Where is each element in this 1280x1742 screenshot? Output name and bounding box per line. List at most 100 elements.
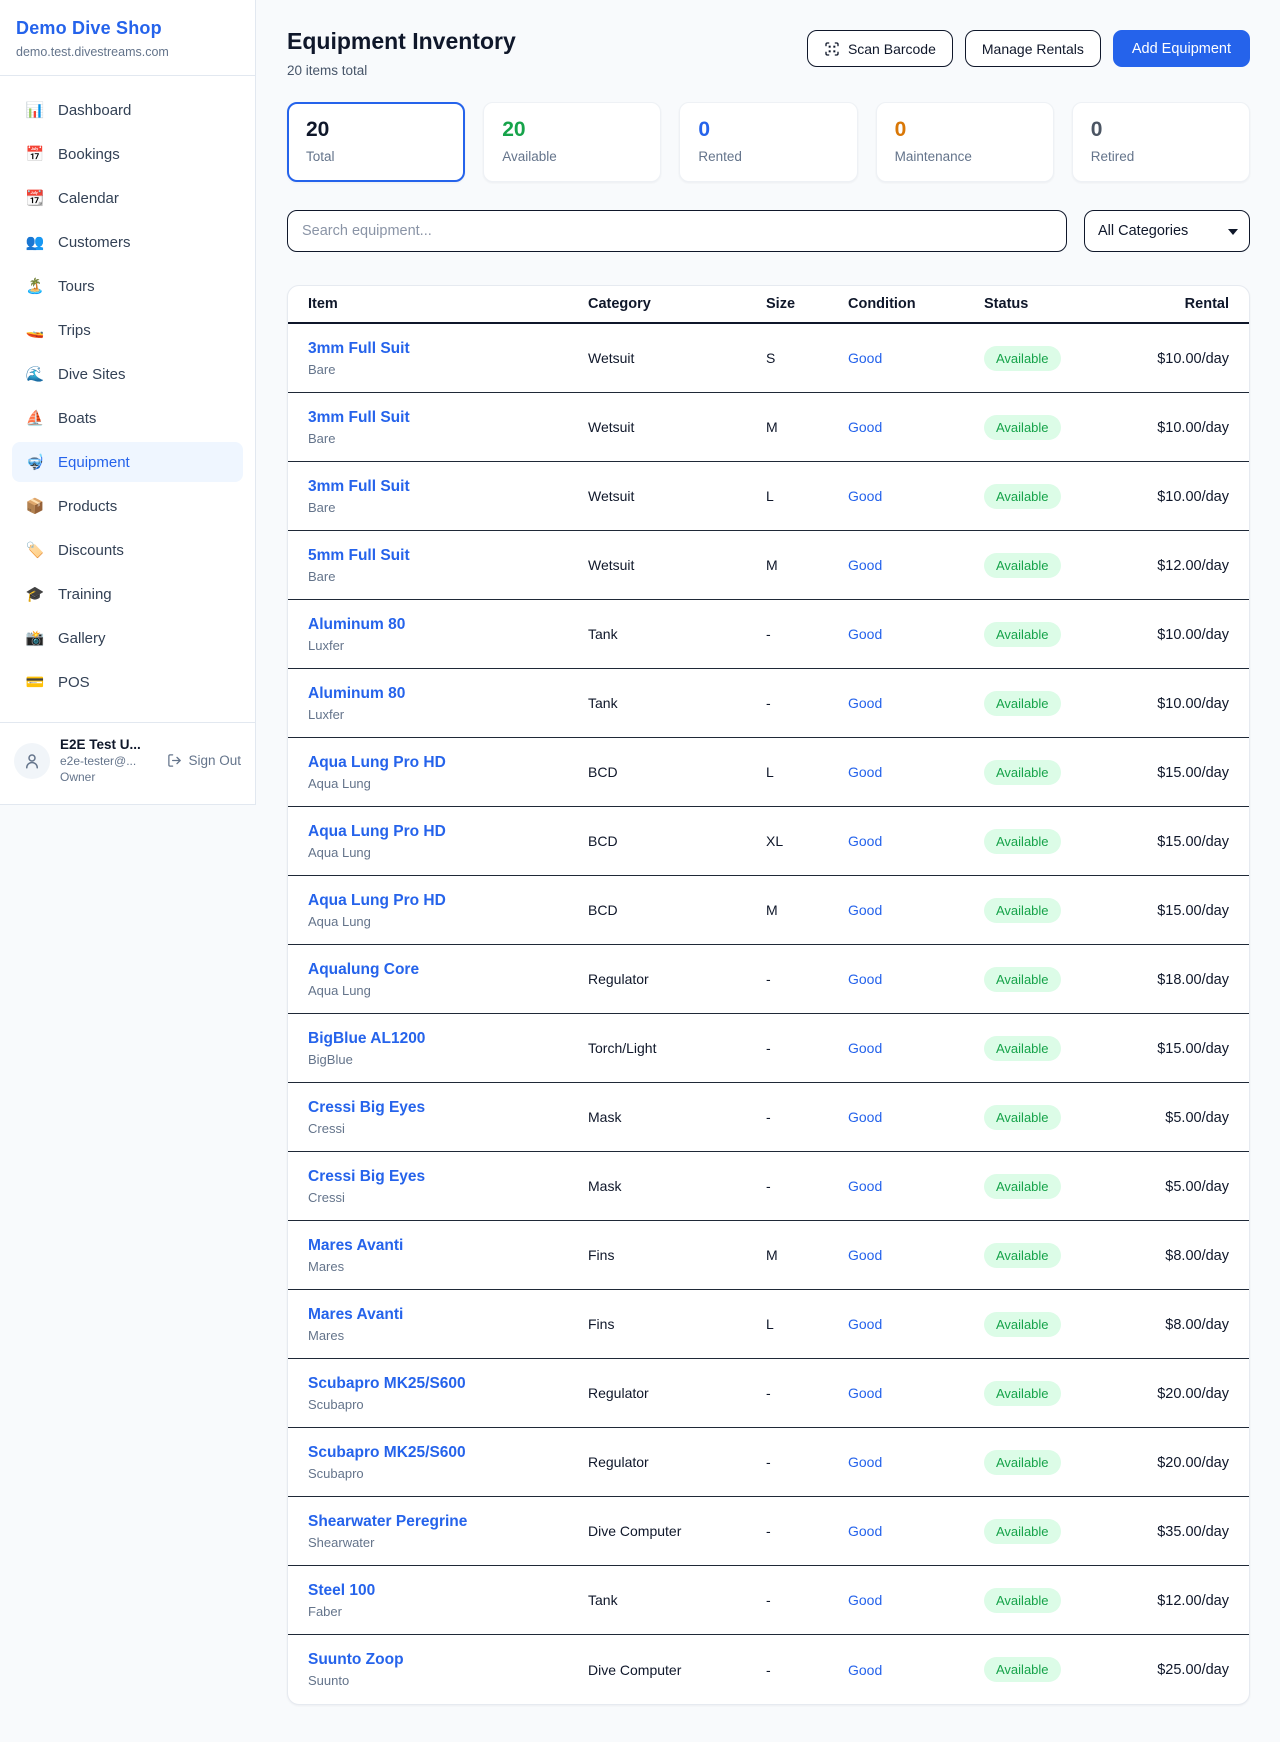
brand-domain: demo.test.divestreams.com <box>16 45 239 59</box>
item-name-link[interactable]: Aluminum 80 <box>308 685 588 703</box>
condition-link[interactable]: Good <box>848 1247 882 1263</box>
sidebar-item-label: Dive Sites <box>58 366 126 383</box>
condition-link[interactable]: Good <box>848 1662 882 1678</box>
sidebar-item-dive-sites[interactable]: 🌊 Dive Sites <box>12 354 243 394</box>
item-name-link[interactable]: Aqua Lung Pro HD <box>308 892 588 910</box>
item-name-link[interactable]: Aluminum 80 <box>308 616 588 634</box>
rental-price: $10.00/day <box>1157 627 1229 643</box>
size-cell: - <box>766 1385 848 1401</box>
item-brand: Bare <box>308 431 588 446</box>
column-header-category: Category <box>588 296 766 312</box>
item-name-link[interactable]: Aqua Lung Pro HD <box>308 823 588 841</box>
table-row: Cressi Big Eyes Cressi Mask - Good Avail… <box>288 1083 1249 1152</box>
rental-price: $35.00/day <box>1157 1524 1229 1540</box>
condition-link[interactable]: Good <box>848 695 882 711</box>
item-name-link[interactable]: Suunto Zoop <box>308 1651 588 1669</box>
condition-link[interactable]: Good <box>848 833 882 849</box>
sidebar-item-customers[interactable]: 👥 Customers <box>12 222 243 262</box>
item-name-link[interactable]: 3mm Full Suit <box>308 478 588 496</box>
sidebar-item-dashboard[interactable]: 📊 Dashboard <box>12 90 243 130</box>
condition-link[interactable]: Good <box>848 1454 882 1470</box>
item-cell: Aqua Lung Pro HD Aqua Lung <box>308 823 588 860</box>
sidebar-item-discounts[interactable]: 🏷️ Discounts <box>12 530 243 570</box>
status-badge: Available <box>984 1588 1061 1613</box>
item-cell: 3mm Full Suit Bare <box>308 478 588 515</box>
category-cell: Mask <box>588 1109 766 1125</box>
manage-rentals-button[interactable]: Manage Rentals <box>965 30 1101 67</box>
category-select[interactable]: All Categories <box>1084 210 1250 252</box>
condition-link[interactable]: Good <box>848 1109 882 1125</box>
item-name-link[interactable]: Cressi Big Eyes <box>308 1099 588 1117</box>
scan-barcode-button[interactable]: Scan Barcode <box>807 30 953 67</box>
item-name-link[interactable]: Mares Avanti <box>308 1306 588 1324</box>
item-name-link[interactable]: Aqua Lung Pro HD <box>308 754 588 772</box>
item-name-link[interactable]: 5mm Full Suit <box>308 547 588 565</box>
sidebar-item-label: Dashboard <box>58 102 131 119</box>
item-name-link[interactable]: Cressi Big Eyes <box>308 1168 588 1186</box>
user-meta: E2E Test U... e2e-tester@... Owner <box>60 737 157 784</box>
sidebar-item-label: Customers <box>58 234 131 251</box>
condition-link[interactable]: Good <box>848 902 882 918</box>
stat-card-rented[interactable]: 0 Rented <box>679 102 857 182</box>
item-brand: Luxfer <box>308 707 588 722</box>
condition-link[interactable]: Good <box>848 971 882 987</box>
brand-title[interactable]: Demo Dive Shop <box>16 18 239 39</box>
condition-link[interactable]: Good <box>848 1523 882 1539</box>
sign-out-button[interactable]: Sign Out <box>167 753 241 768</box>
sidebar-item-products[interactable]: 📦 Products <box>12 486 243 526</box>
stat-label: Retired <box>1091 149 1231 164</box>
sidebar-item-equipment[interactable]: 🤿 Equipment <box>12 442 243 482</box>
size-cell: - <box>766 1523 848 1539</box>
condition-link[interactable]: Good <box>848 1178 882 1194</box>
category-cell: Fins <box>588 1247 766 1263</box>
condition-link[interactable]: Good <box>848 488 882 504</box>
sidebar-item-label: Gallery <box>58 630 106 647</box>
item-name-link[interactable]: Scubapro MK25/S600 <box>308 1444 588 1462</box>
condition-link[interactable]: Good <box>848 1040 882 1056</box>
stat-card-total[interactable]: 20 Total <box>287 102 465 182</box>
stat-card-retired[interactable]: 0 Retired <box>1072 102 1250 182</box>
item-cell: 3mm Full Suit Bare <box>308 409 588 446</box>
column-header-item: Item <box>308 296 588 312</box>
item-name-link[interactable]: Scubapro MK25/S600 <box>308 1375 588 1393</box>
rental-price: $20.00/day <box>1157 1386 1229 1402</box>
item-name-link[interactable]: BigBlue AL1200 <box>308 1030 588 1048</box>
size-cell: XL <box>766 833 848 849</box>
user-avatar-icon <box>23 752 41 770</box>
condition-link[interactable]: Good <box>848 350 882 366</box>
stat-value: 0 <box>895 118 1035 141</box>
stat-card-available[interactable]: 20 Available <box>483 102 661 182</box>
item-name-link[interactable]: Aqualung Core <box>308 961 588 979</box>
search-input[interactable] <box>287 210 1067 252</box>
item-name-link[interactable]: 3mm Full Suit <box>308 340 588 358</box>
condition-link[interactable]: Good <box>848 626 882 642</box>
rental-price: $15.00/day <box>1157 834 1229 850</box>
condition-link[interactable]: Good <box>848 419 882 435</box>
item-name-link[interactable]: 3mm Full Suit <box>308 409 588 427</box>
sidebar-item-tours[interactable]: 🏝️ Tours <box>12 266 243 306</box>
sidebar-item-bookings[interactable]: 📅 Bookings <box>12 134 243 174</box>
sidebar-item-calendar[interactable]: 📆 Calendar <box>12 178 243 218</box>
condition-link[interactable]: Good <box>848 557 882 573</box>
sidebar-item-trips[interactable]: 🚤 Trips <box>12 310 243 350</box>
item-name-link[interactable]: Shearwater Peregrine <box>308 1513 588 1531</box>
condition-link[interactable]: Good <box>848 764 882 780</box>
item-cell: Suunto Zoop Suunto <box>308 1651 588 1688</box>
sidebar-item-boats[interactable]: ⛵ Boats <box>12 398 243 438</box>
category-cell: Wetsuit <box>588 419 766 435</box>
item-name-link[interactable]: Steel 100 <box>308 1582 588 1600</box>
condition-link[interactable]: Good <box>848 1385 882 1401</box>
stat-card-maintenance[interactable]: 0 Maintenance <box>876 102 1054 182</box>
item-brand: Aqua Lung <box>308 776 588 791</box>
item-name-link[interactable]: Mares Avanti <box>308 1237 588 1255</box>
stat-label: Total <box>306 149 446 164</box>
condition-link[interactable]: Good <box>848 1316 882 1332</box>
table-row: Steel 100 Faber Tank - Good Available $1… <box>288 1566 1249 1635</box>
item-brand: Aqua Lung <box>308 845 588 860</box>
sidebar-item-pos[interactable]: 💳 POS <box>12 662 243 702</box>
add-equipment-button[interactable]: Add Equipment <box>1113 30 1250 67</box>
sidebar-item-gallery[interactable]: 📸 Gallery <box>12 618 243 658</box>
sidebar-item-training[interactable]: 🎓 Training <box>12 574 243 614</box>
condition-link[interactable]: Good <box>848 1592 882 1608</box>
stat-value: 20 <box>502 118 642 141</box>
